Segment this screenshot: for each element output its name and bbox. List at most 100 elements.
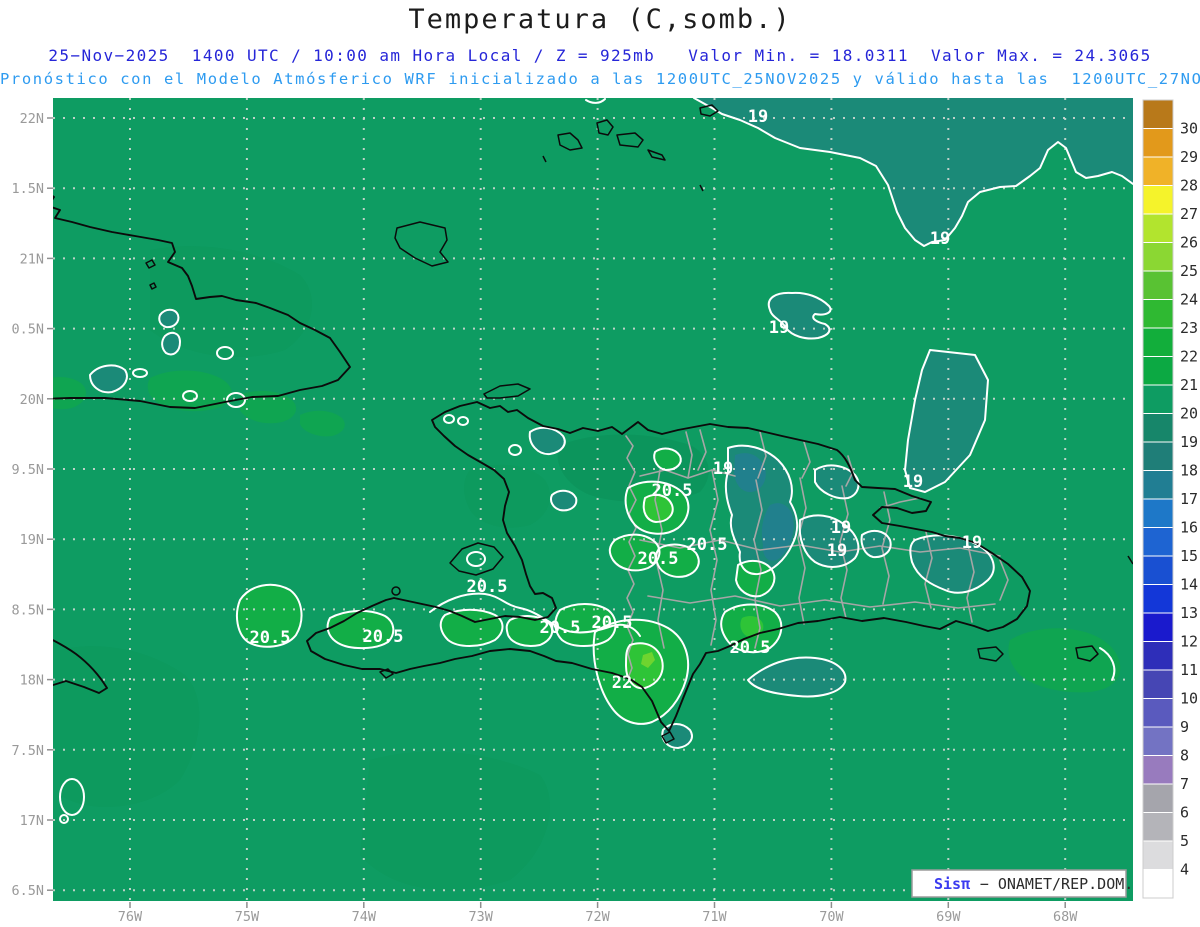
contour-value-label: 19: [903, 472, 923, 492]
y-tick-label: 19N: [20, 532, 44, 548]
colorbar-segment: [1142, 698, 1174, 728]
colorbar-label: 12: [1180, 633, 1198, 651]
y-tick-label: 18N: [20, 673, 44, 689]
contour-value-label: 20.5: [652, 481, 693, 501]
colorbar-label: 18: [1180, 462, 1198, 480]
colorbar-segment: [1142, 783, 1174, 813]
colorbar-label: 30: [1180, 120, 1198, 138]
colorbar-label: 27: [1180, 205, 1198, 223]
colorbar-segment: [1142, 299, 1174, 329]
colorbar-label: 16: [1180, 519, 1198, 537]
contour-value-label: 20.5: [592, 613, 633, 633]
colorbar-segment: [1142, 384, 1174, 414]
colorbar-segment: [1142, 812, 1174, 842]
colorbar-label: 26: [1180, 234, 1198, 252]
contour-value-label: 20.5: [363, 627, 404, 647]
contour-value-label: 20.5: [638, 549, 679, 569]
x-tick-label: 70W: [819, 909, 844, 925]
colorbar-label: 19: [1180, 433, 1198, 451]
attribution: Sisπ − ONAMET/REP.DOM.: [911, 869, 1133, 898]
y-tick-label: 22N: [20, 111, 44, 127]
colorbar-label: 7: [1180, 775, 1189, 793]
colorbar-label: 5: [1180, 832, 1189, 850]
x-tick-label: 76W: [118, 909, 143, 925]
x-tick-label: 74W: [352, 909, 377, 925]
contour-value-label: 19: [930, 229, 950, 249]
colorbar-segment: [1142, 498, 1174, 528]
colorbar-segment: [1142, 726, 1174, 756]
colorbar-segment: [1142, 755, 1174, 785]
colorbar-segment: [1142, 128, 1174, 158]
contour-value-label: 22: [612, 673, 632, 693]
colorbar-segment: [1142, 356, 1174, 386]
colorbar-segment: [1142, 840, 1174, 870]
colorbar-label: 15: [1180, 547, 1198, 565]
contour-value-label: 19: [831, 518, 851, 538]
contour-value-label: 19: [769, 318, 789, 338]
colorbar-segment: [1142, 327, 1174, 357]
colorbar-label: 29: [1180, 148, 1198, 166]
colorbar-segment: [1142, 612, 1174, 642]
colorbar-segment: [1142, 270, 1174, 300]
x-tick-label: 75W: [235, 909, 260, 925]
sea-background: [53, 98, 1133, 901]
contour-value-label: 19: [827, 541, 847, 561]
x-tick-label: 71W: [702, 909, 727, 925]
y-tick-label: 20N: [20, 392, 44, 408]
colorbar-segment: [1142, 869, 1174, 899]
sispi-logo: Sisπ: [934, 875, 970, 893]
contour-value-label: 20.5: [467, 577, 508, 597]
y-tick-label: 0.5N: [11, 322, 44, 338]
contour-value-label: 20.5: [730, 638, 771, 658]
colorbar-segment: [1142, 242, 1174, 272]
colorbar-label: 9: [1180, 718, 1189, 736]
x-tick-label: 69W: [936, 909, 961, 925]
colorbar-segment: [1142, 641, 1174, 671]
colorbar-label: 11: [1180, 661, 1198, 679]
y-tick-label: 8.5N: [11, 602, 44, 618]
y-tick-label: 9.5N: [11, 462, 44, 478]
colorbar-label: 22: [1180, 348, 1198, 366]
colorbar-segment: [1142, 470, 1174, 500]
y-tick-label: 7.5N: [11, 743, 44, 759]
contour-value-label: 19: [713, 459, 733, 479]
colorbar-label: 4: [1180, 861, 1189, 879]
colorbar-segment: [1142, 413, 1174, 443]
contour-value-label: 19: [748, 107, 768, 127]
colorbar: 30 29 28 27 26 25 24 23 22 21 20 19 18 17 16 15 14 13 12 11…: [1142, 99, 1198, 899]
colorbar-label: 17: [1180, 490, 1198, 508]
colorbar-label: 10: [1180, 690, 1198, 708]
colorbar-label: 23: [1180, 319, 1198, 337]
colorbar-segment: [1142, 99, 1174, 129]
contour-value-label: 20.5: [250, 628, 291, 648]
colorbar-segment: [1142, 555, 1174, 585]
weather-map-page: Temperatura (C,somb.) 25−Nov−2025 1400 U…: [0, 0, 1200, 927]
colorbar-label: 8: [1180, 747, 1189, 765]
map-canvas: 19 19 19 19 19 19 19 19 20.5 20.5 20.5 20.5 20.5 20.5…: [53, 98, 1133, 901]
colorbar-segment: [1142, 156, 1174, 186]
contour-value-label: 20.5: [687, 535, 728, 555]
attribution-org: − ONAMET/REP.DOM.: [980, 875, 1134, 893]
colorbar-label: 20: [1180, 405, 1198, 423]
colorbar-label: 28: [1180, 177, 1198, 195]
contour-value-label: 20.5: [540, 618, 581, 638]
map-figure: 19 19 19 19 19 19 19 19 20.5 20.5 20.5 20.5 20.5 20.5…: [11, 98, 1198, 925]
attribution-text: Sisπ − ONAMET/REP.DOM.: [934, 874, 1133, 893]
y-tick-label: 6.5N: [11, 883, 44, 899]
contour-value-label: 19: [962, 533, 982, 553]
y-tick-label: 17N: [20, 813, 44, 829]
colorbar-label: 21: [1180, 376, 1198, 394]
y-tick-label: 1.5N: [11, 181, 44, 197]
colorbar-label: 24: [1180, 291, 1198, 309]
x-tick-label: 72W: [585, 909, 610, 925]
colorbar-label: 6: [1180, 804, 1189, 822]
colorbar-label: 14: [1180, 576, 1198, 594]
x-tick-label: 68W: [1053, 909, 1078, 925]
colorbar-segment: [1142, 185, 1174, 215]
colorbar-segment: [1142, 213, 1174, 243]
colorbar-segment: [1142, 527, 1174, 557]
x-axis: 76W 75W 74W 73W 72W 71W 70W 69W 68W: [118, 902, 1078, 925]
colorbar-label: 25: [1180, 262, 1198, 280]
colorbar-segment: [1142, 441, 1174, 471]
y-tick-label: 21N: [20, 251, 44, 267]
